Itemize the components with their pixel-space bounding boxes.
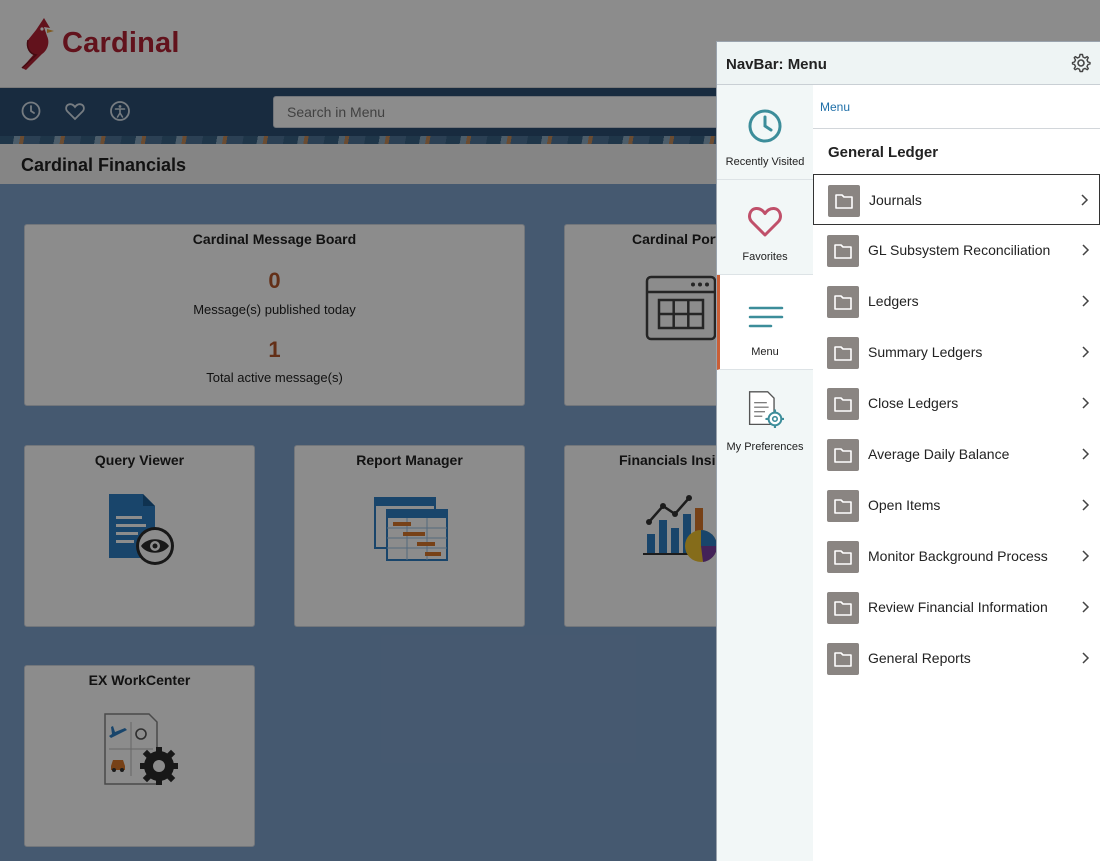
navbar-header: NavBar: Menu <box>717 42 1100 85</box>
menu-item-label: Journals <box>869 192 922 208</box>
folder-icon <box>827 235 859 267</box>
chevron-right-icon <box>1082 346 1090 358</box>
preferences-icon <box>748 391 784 428</box>
menu-item-label: GL Subsystem Reconciliation <box>868 242 1051 258</box>
folder-icon <box>827 286 859 318</box>
menu-item[interactable]: General Reports <box>813 633 1100 684</box>
menu-item-label: Close Ledgers <box>868 395 959 411</box>
menu-item[interactable]: GL Subsystem Reconciliation <box>813 225 1100 276</box>
folder-icon <box>827 490 859 522</box>
menu-item-label: Ledgers <box>868 293 919 309</box>
chevron-right-icon <box>1082 397 1090 409</box>
chevron-right-icon <box>1082 499 1090 511</box>
menu-item[interactable]: Open Items <box>813 480 1100 531</box>
menu-item-label: General Reports <box>868 650 971 666</box>
menu-item[interactable]: Average Daily Balance <box>813 429 1100 480</box>
breadcrumb-menu-link[interactable]: Menu <box>820 100 850 114</box>
navbar-sidebar: Recently Visited Favorites Menu My Prefe… <box>717 85 813 861</box>
menu-item[interactable]: Ledgers <box>813 276 1100 327</box>
folder-icon <box>827 388 859 420</box>
menu-item-label: Review Financial Information <box>868 599 1048 615</box>
folder-icon <box>827 439 859 471</box>
clock-icon <box>748 109 782 143</box>
chevron-right-icon <box>1081 194 1089 206</box>
menu-item-label: Open Items <box>868 497 941 513</box>
folder-icon <box>828 185 860 217</box>
sidebar-item-recently-visited[interactable]: Recently Visited <box>717 85 813 180</box>
menu-item[interactable]: Monitor Background Process <box>813 531 1100 582</box>
sidebar-item-menu[interactable]: Menu <box>717 275 813 370</box>
folder-icon <box>827 592 859 624</box>
menu-item[interactable]: Review Financial Information <box>813 582 1100 633</box>
breadcrumb: Menu <box>813 85 1100 129</box>
navbar-panel: NavBar: Menu Recently Visited Favorites <box>716 41 1100 861</box>
navbar-title: NavBar: Menu <box>726 56 827 73</box>
chevron-right-icon <box>1082 295 1090 307</box>
sidebar-item-label: Favorites <box>742 251 788 263</box>
menu-item-label: Monitor Background Process <box>868 548 1048 564</box>
menu-item[interactable]: Journals <box>813 174 1100 225</box>
sidebar-item-favorites[interactable]: Favorites <box>717 180 813 275</box>
menu-item[interactable]: Summary Ledgers <box>813 327 1100 378</box>
chevron-right-icon <box>1082 550 1090 562</box>
chevron-right-icon <box>1082 244 1090 256</box>
navbar-menu-pane: Menu General Ledger Journals GL Subsystem… <box>813 85 1100 861</box>
sidebar-item-label: Recently Visited <box>725 156 805 168</box>
menu-lines-icon <box>748 306 784 328</box>
chevron-right-icon <box>1082 448 1090 460</box>
menu-item[interactable]: Close Ledgers <box>813 378 1100 429</box>
heart-icon <box>748 206 782 237</box>
gear-icon[interactable] <box>1071 53 1091 73</box>
chevron-right-icon <box>1082 601 1090 613</box>
folder-icon <box>827 541 859 573</box>
menu-item-label: Summary Ledgers <box>868 344 983 360</box>
sidebar-item-label: My Preferences <box>726 441 804 453</box>
section-title: General Ledger <box>828 144 939 161</box>
folder-icon <box>827 337 859 369</box>
menu-item-label: Average Daily Balance <box>868 446 1010 462</box>
sidebar-item-label: Menu <box>751 346 779 358</box>
menu-list: Journals GL Subsystem Reconciliation Ledge… <box>813 174 1100 684</box>
sidebar-item-my-preferences[interactable]: My Preferences <box>717 370 813 465</box>
folder-icon <box>827 643 859 675</box>
chevron-right-icon <box>1082 652 1090 664</box>
